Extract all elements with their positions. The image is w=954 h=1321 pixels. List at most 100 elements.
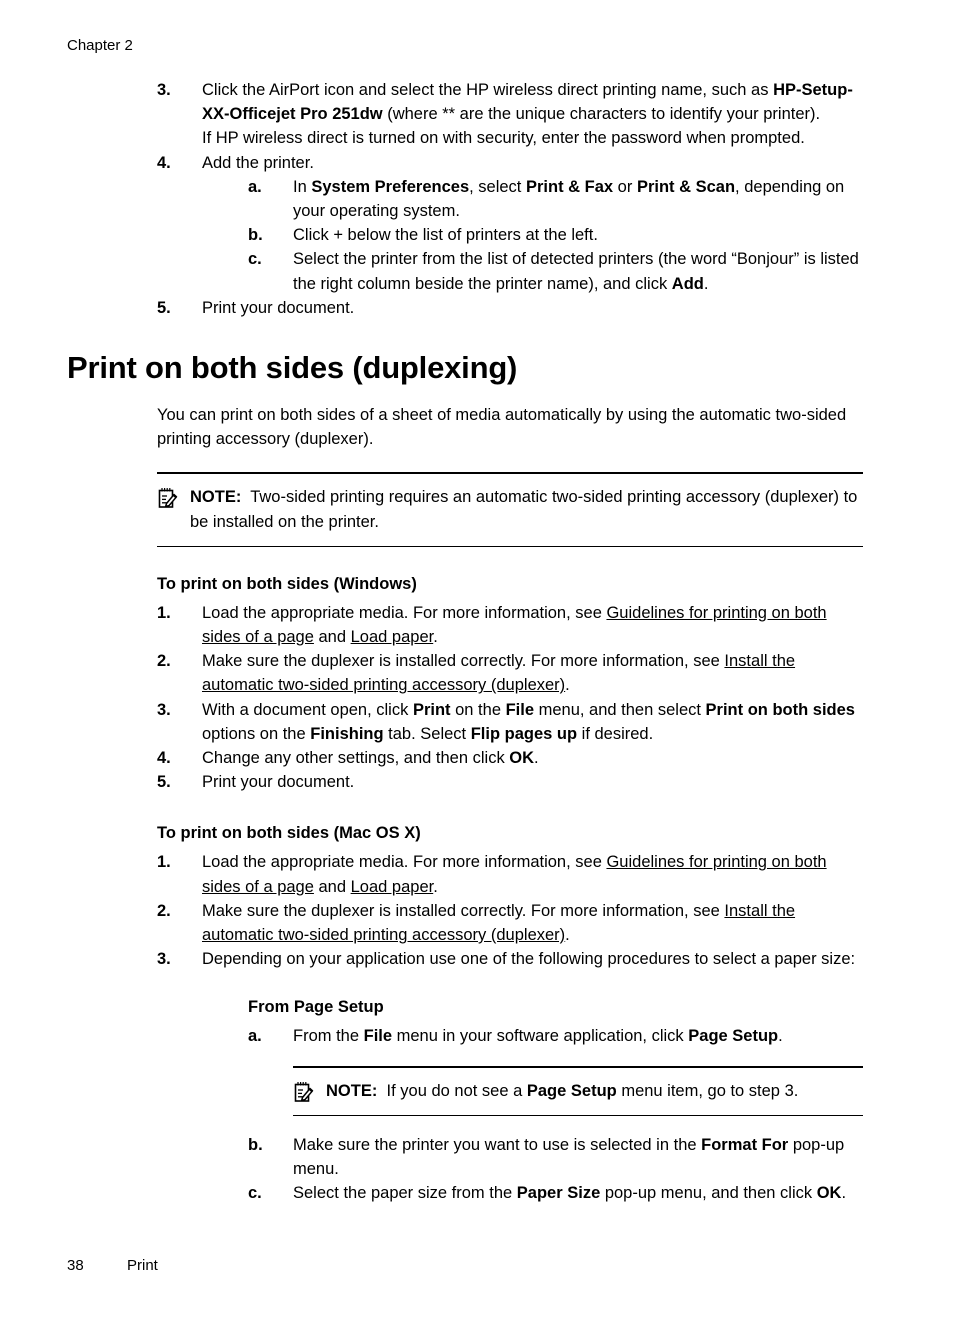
t: In [293,177,312,196]
note-label: NOTE: [190,488,242,507]
step-marker: 5. [157,773,171,792]
t: Select the printer from the list of dete… [293,250,859,293]
step-marker: 3. [157,950,171,969]
print-and-scan-bold: Print & Scan [636,177,736,196]
t: pop-up menu, and then click [600,1184,817,1203]
list-item: c. Select the printer from the list of d… [248,247,863,295]
step-marker: 2. [157,652,171,671]
step-marker: 3. [157,81,171,99]
t: and [313,877,351,896]
t: and [313,628,351,647]
t: Change any other settings, and then clic… [202,749,510,768]
list-item: 4. Change any other settings, and then c… [157,746,863,770]
windows-step-3-text: With a document open, click Print on the… [202,698,863,746]
list-item: a. From the File menu in your software a… [248,1024,863,1048]
t: Make sure the printer you want to use is… [293,1135,702,1154]
substep-marker: a. [248,177,262,196]
step-marker: 2. [157,901,171,920]
t: menu in your software application, click [392,1027,689,1046]
mac-step-3-text: Depending on your application use one of… [202,950,856,969]
note-box: NOTE: If you do not see a Page Setup men… [293,1065,863,1116]
note-text-tail: menu item, go to step 3. [616,1081,799,1100]
substep-a-text: In System Preferences, select Print & Fa… [293,175,863,223]
note-pad-pencil-icon [157,487,178,509]
list-item: c. Select the paper size from the Paper … [248,1181,863,1205]
step-marker: 3. [157,700,171,719]
add-bold: Add [671,274,704,293]
step-4-text: Add the printer. [202,153,314,172]
windows-step-2-text: Make sure the duplexer is installed corr… [202,649,863,697]
t: With a document open, click [202,700,413,719]
format-for-bold: Format For [701,1135,789,1154]
mac-step-2-text: Make sure the duplexer is installed corr… [202,899,863,947]
mac-step-1-text: Load the appropriate media. For more inf… [202,850,863,898]
page-setup-step-c-text: Select the paper size from the Paper Siz… [293,1181,863,1205]
mac-procedure-heading: To print on both sides (Mac OS X) [157,824,421,843]
t: or [613,177,637,196]
footer-section-label: Print [127,1257,158,1274]
step-marker: 4. [157,153,171,172]
flip-pages-up-bold: Flip pages up [470,724,578,743]
t: if desired. [577,724,654,743]
t: . [433,877,438,896]
list-item: 1. Load the appropriate media. For more … [157,850,863,898]
system-preferences-bold: System Preferences [311,177,470,196]
page-body: 3. Click the AirPort icon and select the… [0,78,954,1206]
t: From the [293,1027,364,1046]
document-page: Chapter 2 3. Click the AirPort icon and … [0,0,954,1321]
substep-marker: b. [248,1135,263,1154]
page-title: Print on both sides (duplexing) [67,350,518,386]
t: Select the paper size from the [293,1184,517,1203]
t: options on the [202,724,311,743]
paper-size-bold: Paper Size [516,1184,601,1203]
print-and-fax-bold: Print & Fax [525,177,614,196]
note-content: NOTE: If you do not see a Page Setup men… [293,1079,863,1103]
file-bold: File [505,700,535,719]
windows-step-4-text: Change any other settings, and then clic… [202,746,863,770]
from-page-setup-heading: From Page Setup [248,998,384,1017]
note-text: If you do not see a [386,1081,527,1100]
list-item: 2. Make sure the duplexer is installed c… [157,649,863,697]
step-marker: 1. [157,853,171,872]
list-item: 5. Print your document. [157,296,863,320]
substep-marker: a. [248,1027,262,1046]
top-steps-list: 3. Click the AirPort icon and select the… [157,78,863,320]
t: Make sure the duplexer is installed corr… [202,652,725,671]
note-box: NOTE: Two-sided printing requires an aut… [157,472,863,547]
list-item: 4. Add the printer. a. In System Prefere… [157,151,863,296]
note-text: Two-sided printing requires an automatic… [190,488,858,531]
t: Load the appropriate media. For more inf… [202,853,607,872]
footer-page-number: 38 [67,1257,84,1274]
t: . [534,749,539,768]
list-item: 3. With a document open, click Print on … [157,698,863,746]
t: . [565,676,570,695]
t: Load the appropriate media. For more inf… [202,603,607,622]
step-4-substeps: a. In System Preferences, select Print &… [248,175,863,296]
substep-marker: c. [248,1184,262,1203]
link-load-paper[interactable]: Load paper [351,878,434,896]
t: tab. Select [383,724,471,743]
page-setup-step-b-text: Make sure the printer you want to use is… [293,1133,863,1181]
page-footer: 38 Print [67,1256,158,1275]
t: menu, and then select [534,700,706,719]
step-marker: 1. [157,603,171,622]
windows-step-1-text: Load the appropriate media. For more inf… [202,601,863,649]
file-bold: File [363,1027,393,1046]
list-item: 5. Print your document. [157,770,863,794]
step-3-line3: (where ** are the unique characters to i… [382,105,821,124]
list-item: b. Make sure the printer you want to use… [248,1133,863,1181]
step-5-text: Print your document. [202,298,355,317]
link-load-paper[interactable]: Load paper [351,628,434,646]
t: Make sure the duplexer is installed corr… [202,901,725,920]
t: . [433,628,438,647]
substep-b-text: Click + below the list of printers at th… [293,226,598,245]
note-label: NOTE: [326,1081,378,1100]
page-setup-bold: Page Setup [688,1027,779,1046]
ok-bold: OK [816,1184,842,1203]
note-pad-pencil-icon [293,1081,314,1103]
running-head-chapter: Chapter 2 [67,37,133,54]
step-3-body: Click the AirPort icon and select the HP… [202,78,863,126]
substep-marker: b. [248,226,263,245]
substep-marker: c. [248,250,262,269]
step-3-line1: Click the AirPort icon and select the HP… [202,81,769,99]
